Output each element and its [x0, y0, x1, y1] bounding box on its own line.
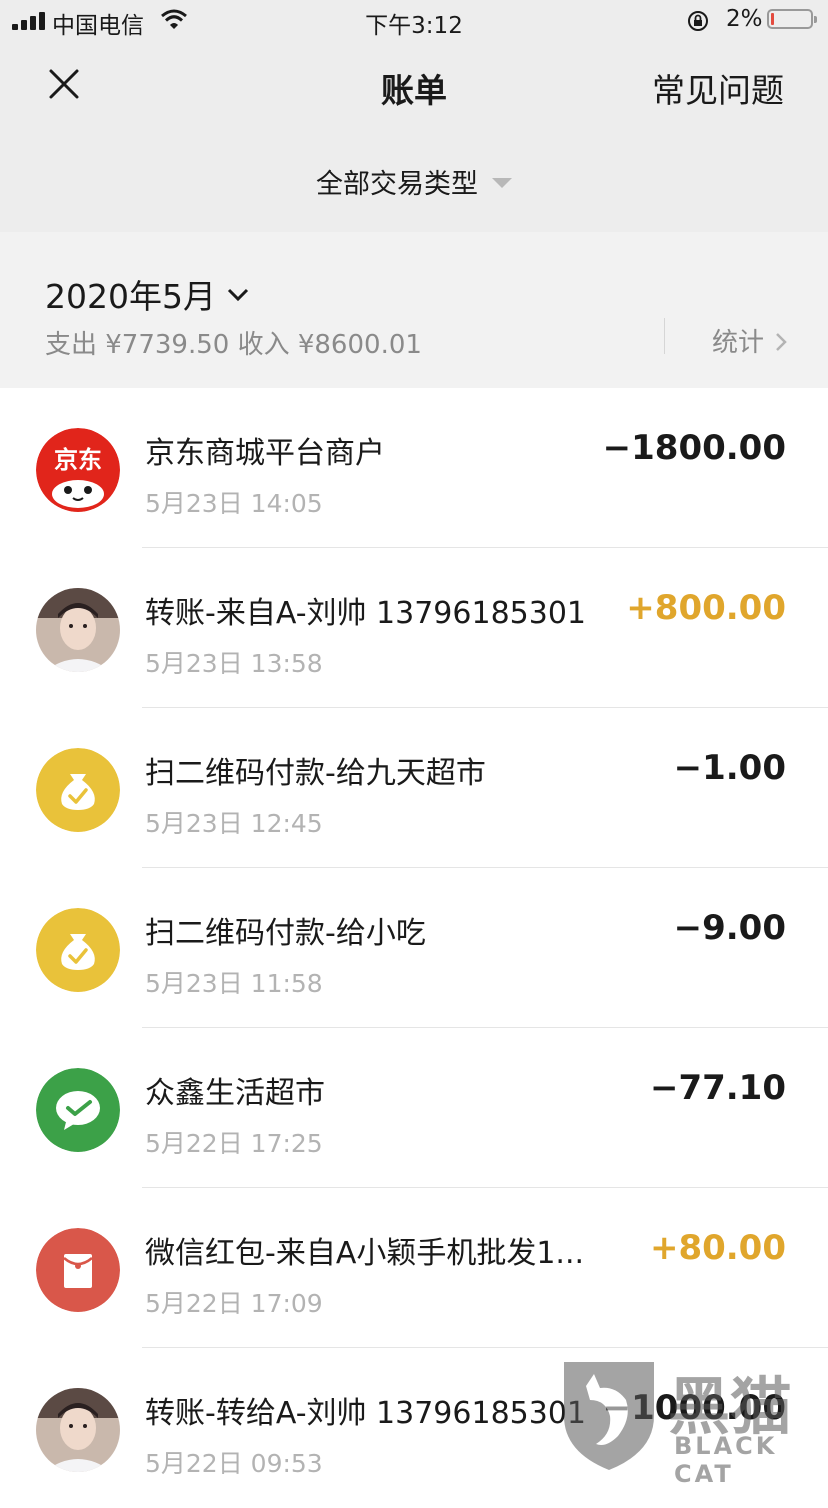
chevron-right-icon — [776, 332, 787, 351]
transaction-name: 转账-来自A-刘帅 13796185301 — [145, 596, 587, 631]
filter-label: 全部交易类型 — [316, 169, 478, 200]
statistics-label: 统计 — [712, 328, 765, 358]
transaction-row[interactable]: 众鑫生活超市 5月22日 17:25 −77.10 — [0, 1028, 828, 1188]
transaction-row[interactable]: 扫二维码付款-给小吃 5月23日 11:58 −9.00 — [0, 868, 828, 1028]
transaction-amount: +800.00 — [626, 588, 786, 628]
dropdown-triangle-icon — [492, 177, 512, 188]
transaction-date: 5月23日 14:05 — [145, 489, 323, 518]
transaction-name: 扫二维码付款-给小吃 — [145, 916, 426, 951]
transaction-date: 5月23日 11:58 — [145, 969, 323, 998]
transaction-name: 扫二维码付款-给九天超市 — [145, 756, 486, 791]
battery-icon — [767, 9, 817, 29]
nav-header: 账单 常见问题 全部交易类型 — [0, 40, 828, 232]
month-selector[interactable]: 2020年5月 — [45, 270, 250, 318]
money-bag-icon — [36, 908, 120, 992]
transaction-name: 众鑫生活超市 — [145, 1076, 325, 1111]
month-label: 2020年5月 — [45, 277, 216, 316]
transaction-row[interactable]: 微信红包-来自A小颖手机批发1... 5月22日 17:09 +80.00 — [0, 1188, 828, 1348]
jd-logo-icon: 京东 — [36, 428, 120, 512]
user-avatar — [36, 1388, 120, 1472]
transaction-date: 5月22日 17:09 — [145, 1289, 323, 1318]
transaction-type-filter[interactable]: 全部交易类型 — [0, 162, 828, 201]
transaction-list: 京东 京东商城平台商户 5月23日 14:05 −1800.00 转账-来自A-… — [0, 388, 828, 1508]
transaction-date: 5月23日 12:45 — [145, 809, 323, 838]
month-totals: 支出 ¥7739.50 收入 ¥8600.01 — [45, 330, 422, 360]
chevron-down-icon — [227, 288, 249, 301]
transaction-row[interactable]: 扫二维码付款-给九天超市 5月23日 12:45 −1.00 — [0, 708, 828, 868]
transaction-name: 京东商城平台商户 — [145, 436, 385, 471]
transaction-row[interactable]: 转账-来自A-刘帅 13796185301 5月23日 13:58 +800.0… — [0, 548, 828, 708]
transaction-date: 5月22日 09:53 — [145, 1449, 323, 1478]
transaction-amount: −77.10 — [649, 1068, 786, 1108]
transaction-date: 5月23日 13:58 — [145, 649, 323, 678]
transaction-amount: +80.00 — [649, 1228, 786, 1268]
transaction-date: 5月22日 17:25 — [145, 1129, 323, 1158]
transaction-name: 转账-转给A-刘帅 13796185301 — [145, 1396, 587, 1431]
month-summary: 2020年5月 支出 ¥7739.50 收入 ¥8600.01 统计 — [0, 232, 828, 388]
red-packet-icon — [36, 1228, 120, 1312]
faq-link[interactable]: 常见问题 — [652, 64, 784, 112]
user-avatar — [36, 588, 120, 672]
status-bar: 中国电信 下午3:12 2% — [0, 0, 828, 40]
transaction-amount: −1.00 — [673, 748, 786, 788]
transaction-amount: −1000.00 — [602, 1388, 786, 1428]
transaction-amount: −1800.00 — [602, 428, 786, 468]
transaction-amount: −9.00 — [673, 908, 786, 948]
divider — [664, 318, 665, 354]
transaction-name: 微信红包-来自A小颖手机批发1... — [145, 1236, 585, 1271]
money-bag-icon — [36, 748, 120, 832]
wechat-pay-icon — [36, 1068, 120, 1152]
transaction-row[interactable]: 转账-转给A-刘帅 13796185301 5月22日 09:53 −1000.… — [0, 1348, 828, 1508]
statistics-link[interactable]: 统计 — [712, 322, 788, 359]
rotation-lock-icon — [688, 11, 708, 31]
transaction-row[interactable]: 京东 京东商城平台商户 5月23日 14:05 −1800.00 — [0, 388, 828, 548]
battery-percent: 2% — [726, 6, 763, 32]
svg-text:京东: 京东 — [54, 446, 102, 474]
